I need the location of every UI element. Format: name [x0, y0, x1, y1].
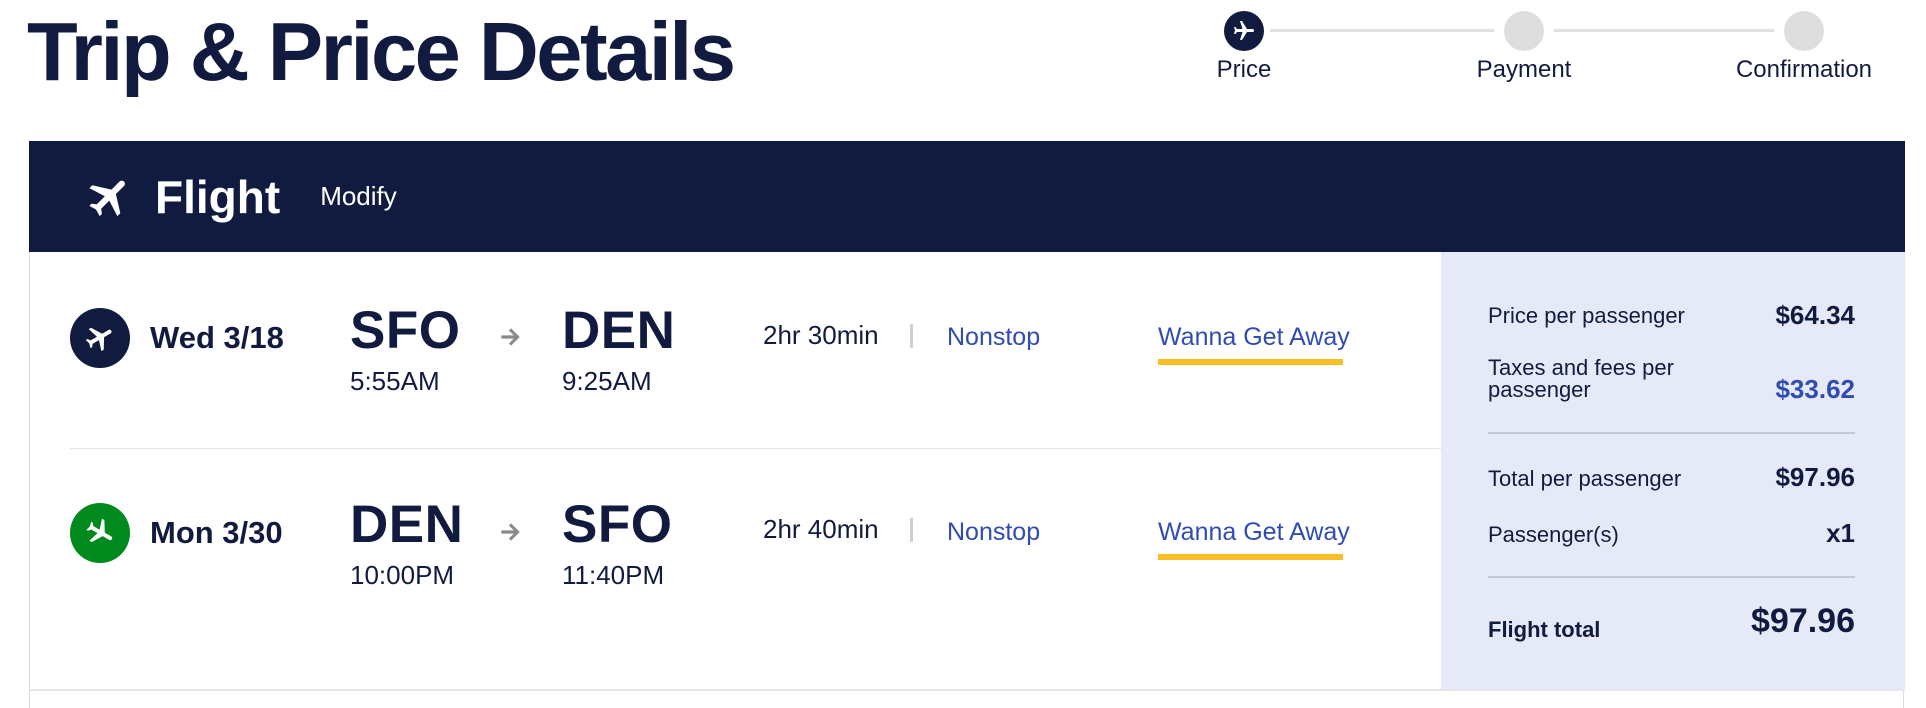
- flight-leg-outbound: Wed 3/18 SFO 5:55AM DEN 9:25AM 2hr 30min…: [30, 252, 1450, 396]
- taxes-fees-label-line2: passenger: [1488, 377, 1591, 402]
- flight-date: Mon 3/30: [150, 515, 283, 550]
- arrow-right-icon: [501, 523, 520, 541]
- flight-date: Wed 3/18: [150, 320, 284, 355]
- flight-duration: 2hr 30min: [763, 320, 879, 350]
- passengers-count: x1: [1826, 518, 1855, 548]
- fare-type-link[interactable]: Wanna Get Away: [1158, 518, 1350, 547]
- stops-link[interactable]: Nonstop: [947, 518, 1040, 547]
- separator: [910, 518, 913, 542]
- price-per-passenger-value: $64.34: [1775, 300, 1855, 330]
- step-payment-label: Payment: [1476, 56, 1572, 83]
- flight-duration: 2hr 40min: [763, 514, 879, 544]
- destination-airport: DEN: [562, 301, 676, 360]
- total-per-passenger-label: Total per passenger: [1488, 466, 1682, 491]
- passengers-label: Passenger(s): [1488, 522, 1619, 547]
- flight-section-header: Flight Modify: [29, 141, 1905, 252]
- depart-time: 5:55AM: [350, 366, 440, 396]
- step-payment-dot: [1504, 11, 1544, 51]
- trip-details-panel: Wed 3/18 SFO 5:55AM DEN 9:25AM 2hr 30min…: [29, 252, 1905, 708]
- stops-link[interactable]: Nonstop: [947, 323, 1040, 352]
- stepper-connector: [1554, 29, 1774, 32]
- arrow-right-icon: [501, 328, 520, 346]
- arrive-time: 9:25AM: [562, 366, 652, 396]
- airplane-icon: [85, 172, 135, 222]
- flight-total-value: $97.96: [1751, 602, 1855, 640]
- step-confirmation-dot: [1784, 11, 1824, 51]
- fare-type-link[interactable]: Wanna Get Away: [1158, 323, 1350, 352]
- summary-divider: [1488, 432, 1855, 434]
- progress-stepper: Price Payment Confirmation: [0, 0, 1926, 100]
- step-price-label: Price: [1216, 56, 1272, 83]
- departing-flight-icon: [70, 308, 130, 368]
- price-summary-panel: Price per passenger $64.34 Taxes and fee…: [1441, 252, 1905, 689]
- arrive-time: 11:40PM: [562, 560, 665, 590]
- modify-flight-link[interactable]: Modify: [320, 181, 397, 212]
- flight-section-title: Flight: [155, 170, 281, 223]
- fare-type-underline: [1158, 359, 1343, 365]
- taxes-fees-value[interactable]: $33.62: [1775, 374, 1855, 405]
- section-bottom-border: [29, 689, 1905, 691]
- step-price-dot: [1224, 11, 1264, 51]
- flight-total-label: Flight total: [1488, 617, 1601, 642]
- returning-flight-icon: [70, 503, 130, 563]
- step-confirmation-label: Confirmation: [1735, 56, 1873, 83]
- separator: [910, 324, 913, 348]
- flight-leg-return: Mon 3/30 DEN 10:00PM SFO 11:40PM 2hr 40m…: [30, 448, 1450, 590]
- depart-time: 10:00PM: [350, 560, 455, 590]
- origin-airport: DEN: [350, 495, 464, 554]
- destination-airport: SFO: [562, 495, 673, 554]
- total-per-passenger-value: $97.96: [1775, 462, 1855, 492]
- stepper-connector: [1270, 29, 1494, 32]
- taxes-fees-label: Taxes and fees per passenger: [1488, 357, 1674, 401]
- airplane-icon: [1234, 21, 1254, 40]
- fare-type-underline: [1158, 554, 1343, 560]
- origin-airport: SFO: [350, 301, 461, 360]
- price-per-passenger-label: Price per passenger: [1488, 303, 1685, 328]
- summary-divider: [1488, 576, 1855, 578]
